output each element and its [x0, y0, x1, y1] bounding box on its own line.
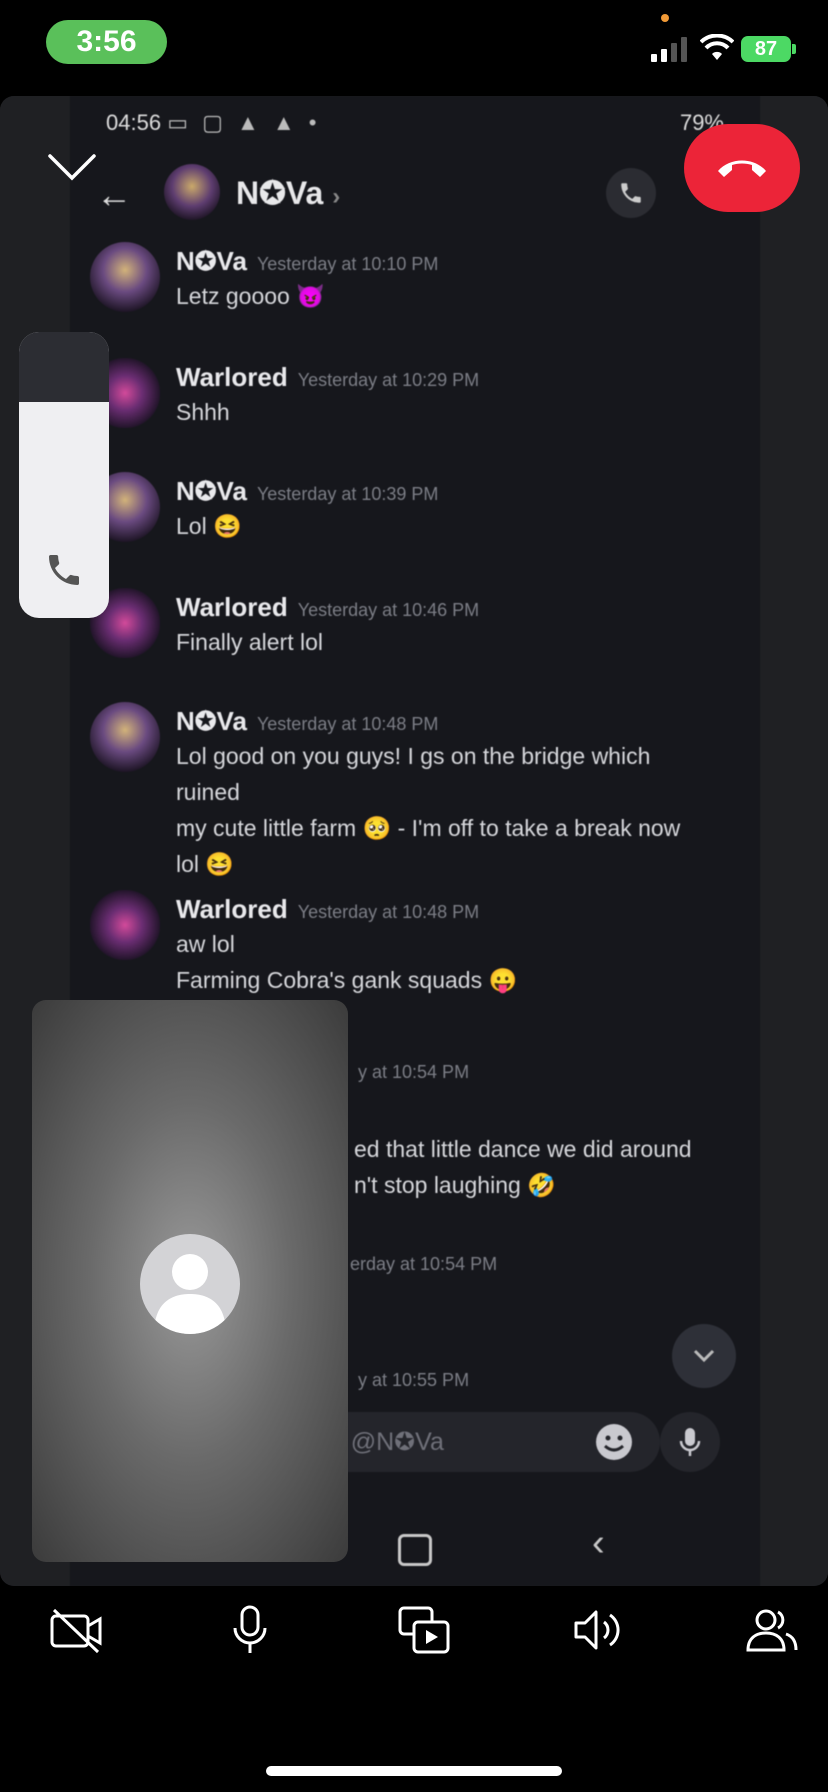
mic-in-use-indicator — [661, 14, 669, 22]
participants-icon — [746, 1609, 798, 1652]
hang-up-icon — [718, 160, 766, 177]
android-notification-icons: ▭ ▢ ▲ ▲ • — [167, 110, 321, 135]
android-time: 04:56 — [106, 110, 162, 135]
chat-header: ← N✪Va › — [70, 156, 760, 232]
toggle-video-button[interactable] — [46, 1600, 106, 1660]
phone-icon — [621, 183, 641, 203]
speaker-icon — [574, 1610, 620, 1650]
end-call-button[interactable] — [684, 124, 800, 212]
emoji-button[interactable] — [590, 1418, 638, 1466]
message-author[interactable]: Warlored Yesterday at 10:46 PM — [176, 592, 479, 623]
call-side-panel[interactable] — [19, 332, 109, 618]
message-text: Lol 😆 — [176, 513, 242, 539]
message-time: Yesterday at 10:48 PM — [256, 714, 439, 734]
message-time: Yesterday at 10:46 PM — [297, 600, 480, 620]
message-text: Lol good on you guys! I gs on the bridge… — [176, 738, 716, 882]
avatar — [140, 1234, 240, 1334]
header-avatar[interactable] — [164, 164, 220, 220]
message-text: ed that little dance we did around — [354, 1136, 692, 1162]
avatar[interactable] — [90, 890, 160, 960]
message-author[interactable]: N✪Va Yesterday at 10:48 PM — [176, 706, 438, 737]
side-panel-top — [19, 332, 109, 402]
message-time: erday at 10:54 PM — [350, 1254, 498, 1274]
message-time: Yesterday at 10:10 PM — [256, 254, 439, 274]
participants-button[interactable] — [742, 1600, 802, 1660]
battery-icon — [792, 44, 796, 54]
call-time-pill[interactable]: 3:56 — [46, 20, 167, 64]
message-text: Finally alert lol — [176, 629, 323, 655]
message-line: my cute little farm 🥺 - I'm off to take … — [176, 815, 681, 841]
camera-off-icon — [50, 1608, 102, 1654]
message-text: aw lol Farming Cobra's gank squads 😛 — [176, 926, 716, 998]
message-line: Farming Cobra's gank squads 😛 — [176, 967, 518, 993]
chat-title[interactable]: N✪Va › — [236, 174, 340, 212]
message-text: Shhh — [176, 399, 230, 425]
microphone-icon — [679, 1428, 701, 1456]
self-video-tile[interactable] — [32, 1000, 348, 1562]
chevron-right-icon: › — [332, 183, 341, 210]
phone-icon[interactable] — [44, 550, 84, 590]
message-author[interactable]: N✪Va Yesterday at 10:10 PM — [176, 246, 438, 277]
message-time: Yesterday at 10:39 PM — [256, 484, 439, 504]
message-time: Yesterday at 10:29 PM — [297, 370, 480, 390]
chat-title-text: N✪Va — [236, 175, 324, 211]
android-back-icon[interactable]: ‹ — [592, 1522, 605, 1565]
back-arrow-icon[interactable]: ← — [96, 174, 132, 216]
message-line: lol 😆 — [176, 851, 235, 877]
message-text: n't stop laughing 🤣 — [354, 1172, 556, 1198]
cellular-signal-icon — [651, 36, 687, 62]
android-status-bar: 04:56 ▭ ▢ ▲ ▲ • 79% — [106, 110, 724, 135]
message-time: Yesterday at 10:48 PM — [297, 902, 480, 922]
home-indicator[interactable] — [266, 1766, 562, 1776]
scroll-to-bottom-button[interactable] — [672, 1324, 736, 1388]
person-placeholder-icon — [154, 1254, 226, 1334]
battery-level: 87 — [741, 36, 791, 62]
screen-share-icon — [398, 1606, 450, 1654]
chevron-down-icon — [693, 1349, 715, 1363]
collapse-chevron-icon[interactable] — [46, 150, 98, 184]
message-time: y at 10:55 PM — [358, 1370, 470, 1390]
screen-margin-right — [760, 96, 828, 1586]
wifi-icon — [700, 34, 734, 60]
message-line: aw lol — [176, 931, 235, 957]
share-screen-button[interactable] — [394, 1600, 454, 1660]
voice-call-button[interactable] — [606, 168, 656, 218]
message-author[interactable]: Warlored Yesterday at 10:48 PM — [176, 894, 479, 925]
microphone-icon — [233, 1605, 267, 1653]
avatar[interactable] — [90, 702, 160, 772]
avatar[interactable] — [90, 242, 160, 312]
message-author[interactable]: N✪Va Yesterday at 10:39 PM — [176, 476, 438, 507]
voice-message-button[interactable] — [660, 1412, 720, 1472]
message-author[interactable]: Warlored Yesterday at 10:29 PM — [176, 362, 479, 393]
mute-button[interactable] — [220, 1600, 280, 1660]
message-text: Letz goooo 😈 — [176, 283, 325, 309]
speaker-button[interactable] — [568, 1600, 628, 1660]
android-home-button[interactable] — [398, 1534, 432, 1566]
message-line: Lol good on you guys! I gs on the bridge… — [176, 743, 651, 805]
message-time: y at 10:54 PM — [358, 1062, 470, 1082]
